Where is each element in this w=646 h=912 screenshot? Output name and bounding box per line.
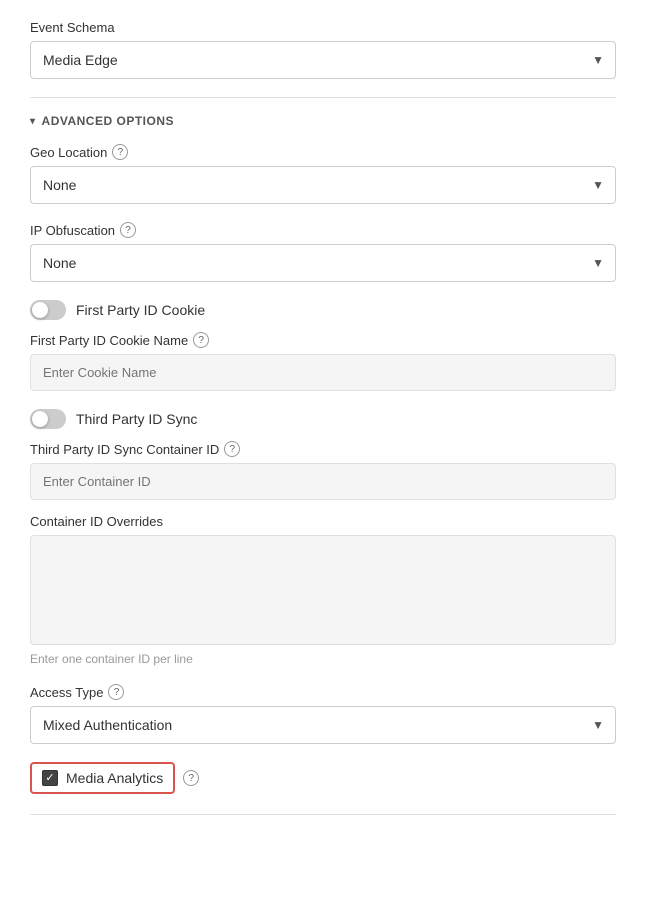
container-id-label: Third Party ID Sync Container ID ? [30,441,616,457]
media-analytics-checkbox[interactable]: ✓ [42,770,58,786]
geo-location-help-icon[interactable]: ? [112,144,128,160]
first-party-cookie-group: First Party ID Cookie First Party ID Coo… [30,300,616,391]
access-type-select-wrapper: Mixed Authentication ▼ [30,706,616,744]
geo-location-select-wrapper: None ▼ [30,166,616,204]
access-type-help-icon[interactable]: ? [108,684,124,700]
container-id-overrides-textarea[interactable] [30,535,616,645]
ip-obfuscation-select[interactable]: None [30,244,616,282]
media-analytics-help-icon[interactable]: ? [183,770,199,786]
cookie-name-help-icon[interactable]: ? [193,332,209,348]
first-party-cookie-toggle-row: First Party ID Cookie [30,300,616,320]
event-schema-group: Event Schema Media Edge ▼ [30,20,616,79]
event-schema-label: Event Schema [30,20,616,35]
ip-obfuscation-group: IP Obfuscation ? None ▼ [30,222,616,282]
advanced-options-toggle[interactable]: ▾ ADVANCED OPTIONS [30,114,616,128]
geo-location-select[interactable]: None [30,166,616,204]
checkbox-check-icon: ✓ [45,773,54,784]
media-analytics-row: ✓ Media Analytics ? [30,762,616,794]
first-party-cookie-toggle-knob [32,302,48,318]
third-party-id-sync-toggle-knob [32,411,48,427]
third-party-id-sync-group: Third Party ID Sync Third Party ID Sync … [30,409,616,666]
advanced-options-label: ADVANCED OPTIONS [42,114,174,128]
access-type-label: Access Type ? [30,684,616,700]
event-schema-select[interactable]: Media Edge [30,41,616,79]
media-analytics-label: Media Analytics [66,770,163,786]
event-schema-select-wrapper: Media Edge ▼ [30,41,616,79]
third-party-id-sync-label: Third Party ID Sync [76,411,197,427]
container-id-input[interactable] [30,463,616,500]
media-analytics-checkbox-wrapper: ✓ Media Analytics [30,762,175,794]
third-party-id-sync-toggle[interactable] [30,409,66,429]
access-type-group: Access Type ? Mixed Authentication ▼ [30,684,616,744]
container-id-overrides-hint: Enter one container ID per line [30,652,616,666]
geo-location-label: Geo Location ? [30,144,616,160]
access-type-select[interactable]: Mixed Authentication [30,706,616,744]
settings-panel: Event Schema Media Edge ▼ ▾ ADVANCED OPT… [0,0,646,912]
bottom-divider [30,814,616,815]
advanced-options-chevron-icon: ▾ [30,116,36,127]
geo-location-group: Geo Location ? None ▼ [30,144,616,204]
ip-obfuscation-label: IP Obfuscation ? [30,222,616,238]
container-id-help-icon[interactable]: ? [224,441,240,457]
cookie-name-label: First Party ID Cookie Name ? [30,332,616,348]
ip-obfuscation-help-icon[interactable]: ? [120,222,136,238]
divider-1 [30,97,616,98]
third-party-id-sync-toggle-row: Third Party ID Sync [30,409,616,429]
ip-obfuscation-select-wrapper: None ▼ [30,244,616,282]
container-id-overrides-label: Container ID Overrides [30,514,616,529]
first-party-cookie-toggle[interactable] [30,300,66,320]
first-party-cookie-label: First Party ID Cookie [76,302,205,318]
cookie-name-input[interactable] [30,354,616,391]
